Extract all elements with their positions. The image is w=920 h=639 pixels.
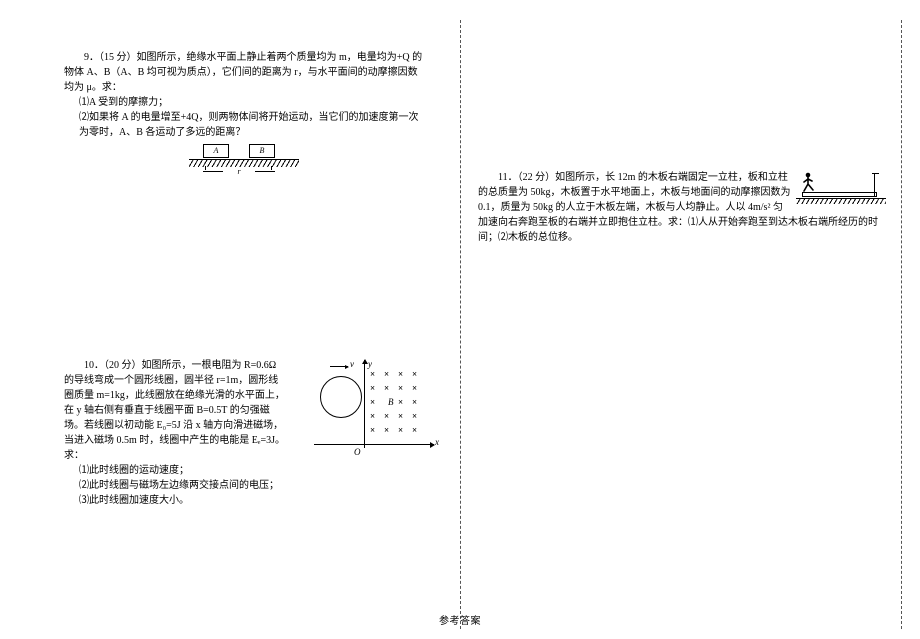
figure-9-block-a: A	[203, 144, 229, 158]
answer-key-heading: 参考答案	[439, 612, 481, 627]
problem-11: 11．（22 分）如图所示，长 12m 的木板右端固定一立柱，板和立柱的总质量为…	[478, 170, 886, 245]
figure-10-b-label: B	[388, 396, 394, 410]
figure-9-tick-right	[271, 166, 272, 170]
figure-11-board	[802, 192, 877, 197]
figure-9-tick-left	[205, 166, 206, 170]
figure-10-v-label: v	[350, 358, 354, 372]
figure-10-x-label: x	[435, 436, 439, 450]
figure-10-wrap: v O B x y × × × × × × × × × ×	[294, 358, 444, 458]
figure-10-origin-label: O	[354, 446, 361, 460]
figure-11-pole	[874, 174, 875, 197]
figure-10-velocity-arrow	[330, 366, 348, 367]
figure-10-x-axis	[314, 444, 434, 445]
problem-10-sub1: ⑴此时线圈的运动速度；	[79, 463, 444, 478]
problem-10-sub2: ⑵此时线圈与磁场左边缘两交接点间的电压；	[79, 478, 444, 493]
page-container: 9．（15 分）如图所示，绝缘水平面上静止着两个质量均为 m，电量均为+Q 的物…	[0, 0, 920, 639]
figure-9-block-b: B	[249, 144, 275, 158]
problem-10: v O B x y × × × × × × × × × ×	[64, 358, 444, 508]
page-divider-right	[901, 20, 902, 629]
problem-9: 9．（15 分）如图所示，绝缘水平面上静止着两个质量均为 m，电量均为+Q 的物…	[64, 50, 424, 176]
problem-9-intro: 9．（15 分）如图所示，绝缘水平面上静止着两个质量均为 m，电量均为+Q 的物…	[64, 50, 424, 95]
column-divider-left	[460, 20, 461, 629]
figure-11	[796, 170, 886, 204]
problem-9-sub2: ⑵如果将 A 的电量增至+4Q，则两物体间将开始运动，当它们的加速度第一次为零时…	[79, 110, 424, 140]
figure-9-dimension-r: r	[211, 166, 267, 176]
problem-10-sub3: ⑶此时线圈加速度大小。	[79, 493, 444, 508]
figure-9: A B r	[189, 144, 299, 176]
problem-9-sub1: ⑴A 受到的摩擦力；	[79, 95, 424, 110]
figure-10: v O B x y × × × × × × × × × ×	[294, 358, 444, 458]
figure-10-coil-circle	[320, 376, 362, 418]
left-column: 9．（15 分）如图所示，绝缘水平面上静止着两个质量均为 m，电量均为+Q 的物…	[64, 50, 424, 196]
figure-11-ground	[796, 198, 886, 204]
figure-11-person-icon	[802, 172, 818, 192]
problem-10-body: v O B x y × × × × × × × × × ×	[64, 358, 444, 508]
figure-10-y-axis	[364, 360, 365, 448]
